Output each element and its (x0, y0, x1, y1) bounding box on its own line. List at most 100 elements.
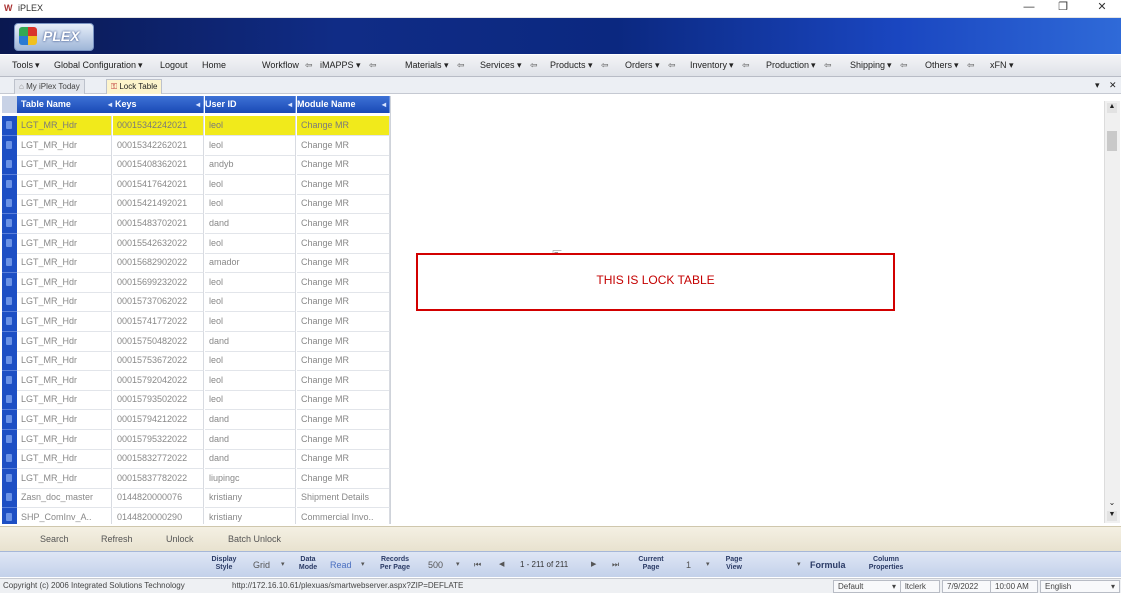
table-row[interactable]: LGT_MR_Hdr 00015421492021 leol Change MR (2, 194, 390, 215)
menu-item-services[interactable]: Services (480, 60, 515, 70)
row-selector-icon[interactable] (2, 135, 17, 156)
table-row[interactable]: LGT_MR_Hdr 00015753672022 leol Change MR (2, 351, 390, 372)
menu-item-products[interactable]: Products (550, 60, 586, 70)
tab-lock-table[interactable]: ⚿ Lock Table (106, 79, 163, 94)
display-style-select[interactable]: Grid (253, 560, 270, 570)
table-row[interactable]: LGT_MR_Hdr 00015741772022 leol Change MR (2, 312, 390, 332)
table-row[interactable]: LGT_MR_Hdr 00015792042022 leol Change MR (2, 370, 390, 391)
menu-item-home[interactable]: Home (202, 60, 226, 70)
menu-item-global-configuration[interactable]: Global Configuration (54, 60, 136, 70)
row-selector-icon[interactable] (2, 194, 17, 215)
table-row[interactable]: LGT_MR_Hdr 00015342242021 leol Change MR (2, 116, 390, 136)
language-select[interactable]: English ▾ (1040, 580, 1120, 593)
menu-item-shipping[interactable]: Shipping (850, 60, 885, 70)
menu-item-xfn[interactable]: xFN (990, 60, 1007, 70)
last-page-button[interactable]: ⏭ (612, 560, 619, 570)
first-page-button[interactable]: ⏮ (474, 560, 481, 570)
menu-item-imapps[interactable]: iMAPPS (320, 60, 354, 70)
next-page-button[interactable]: ▶ (591, 560, 596, 568)
table-row[interactable]: LGT_MR_Hdr 00015832772022 dand Change MR (2, 449, 390, 470)
row-selector-icon[interactable] (2, 312, 17, 332)
menu-item-materials[interactable]: Materials (405, 60, 442, 70)
batch-unlock-button[interactable]: Batch Unlock (228, 534, 281, 544)
chevron-down-icon[interactable]: ▾ (281, 560, 285, 568)
table-row[interactable]: LGT_MR_Hdr 00015837782022 liupingc Change M… (2, 468, 390, 489)
table-row[interactable]: LGT_MR_Hdr 00015699232022 leol Change MR (2, 272, 390, 293)
search-button[interactable]: Search (40, 534, 69, 544)
menu-item-orders[interactable]: Orders (625, 60, 653, 70)
row-selector-icon[interactable] (2, 253, 17, 274)
scroll-top-icon[interactable]: ▲ (1107, 103, 1117, 113)
row-selector-icon[interactable] (2, 488, 17, 509)
menu-item-workflow[interactable]: Workflow (262, 60, 299, 70)
tab-my-iplex-today[interactable]: ⌂ My iPlex Today (14, 79, 85, 94)
chevron-down-icon[interactable]: ▾ (456, 560, 460, 568)
row-selector-icon[interactable] (2, 508, 17, 524)
column-header-module-name[interactable]: Module Name ◂ (297, 96, 390, 113)
records-per-page-select[interactable]: 500 (428, 560, 443, 570)
grid-corner-icon[interactable] (2, 96, 18, 113)
iplex-logo: PLEX (14, 23, 94, 51)
chevron-down-icon[interactable]: ▾ (797, 560, 801, 568)
scroll-down-icon[interactable]: ⌄ (1107, 498, 1117, 508)
row-selector-icon[interactable] (2, 351, 17, 372)
row-selector-icon[interactable] (2, 214, 17, 234)
table-row[interactable]: LGT_MR_Hdr 00015682902022 amador Change MR (2, 253, 390, 274)
table-row[interactable]: LGT_MR_Hdr 00015483702021 dand Change MR (2, 214, 390, 234)
refresh-button[interactable]: Refresh (101, 534, 133, 544)
data-mode-select[interactable]: Read (330, 560, 352, 570)
cell-keys: 00015750482022 (113, 331, 204, 352)
table-row[interactable]: LGT_MR_Hdr 00015342262021 leol Change MR (2, 135, 390, 156)
row-selector-icon[interactable] (2, 174, 17, 195)
cell-keys: 00015408362021 (113, 155, 204, 176)
unlock-button[interactable]: Unlock (166, 534, 194, 544)
menu-item-others[interactable]: Others (925, 60, 952, 70)
arrow-left-icon: ⇦ (668, 60, 676, 70)
row-selector-icon[interactable] (2, 155, 17, 176)
row-selector-icon[interactable] (2, 331, 17, 352)
menu-item-production[interactable]: Production (766, 60, 809, 70)
cell-table-name: LGT_MR_Hdr (17, 429, 112, 450)
tab-close-icon[interactable]: ✕ (1109, 80, 1117, 91)
close-button[interactable]: ✕ (1085, 0, 1119, 17)
column-header-keys[interactable]: Keys ◂ (115, 96, 204, 113)
table-row[interactable]: LGT_MR_Hdr 00015750482022 dand Change MR (2, 331, 390, 352)
row-selector-icon[interactable] (2, 410, 17, 430)
minimize-button[interactable]: — (1012, 0, 1046, 17)
column-header-table-name[interactable]: Table Name ◂ (17, 96, 116, 113)
vertical-scrollbar[interactable]: ▲ ⌄ ▼ (1104, 101, 1120, 523)
row-selector-icon[interactable] (2, 429, 17, 450)
row-selector-icon[interactable] (2, 390, 17, 411)
row-selector-icon[interactable] (2, 468, 17, 489)
tab-pin-dropdown-icon[interactable]: ▾ (1095, 80, 1100, 91)
table-row[interactable]: LGT_MR_Hdr 00015795322022 dand Change MR (2, 429, 390, 450)
menu-item-tools[interactable]: Tools (12, 60, 33, 70)
restore-button[interactable]: ❐ (1046, 0, 1080, 17)
menu-item-inventory[interactable]: Inventory (690, 60, 727, 70)
row-selector-icon[interactable] (2, 233, 17, 254)
row-selector-icon[interactable] (2, 116, 17, 136)
table-row[interactable]: LGT_MR_Hdr 00015794212022 dand Change MR (2, 410, 390, 430)
column-header-user-id[interactable]: User ID ◂ (205, 96, 296, 113)
scroll-thumb[interactable] (1107, 131, 1117, 151)
table-row[interactable]: SHP_ComInv_A.. 0144820000290 kristiany Comm… (2, 508, 390, 524)
menu-item-logout[interactable]: Logout (160, 60, 188, 70)
table-row[interactable]: LGT_MR_Hdr 00015737062022 leol Change MR (2, 292, 390, 313)
table-row[interactable]: LGT_MR_Hdr 00015542632022 leol Change MR (2, 233, 390, 254)
row-selector-icon[interactable] (2, 292, 17, 313)
scroll-bottom-icon[interactable]: ▼ (1107, 511, 1117, 521)
theme-select[interactable]: Default ▾ (833, 580, 901, 593)
table-row[interactable]: Zasn_doc_master 0144820000076 kristiany Shi… (2, 488, 390, 509)
row-selector-icon[interactable] (2, 449, 17, 470)
chevron-down-icon[interactable]: ▾ (706, 560, 710, 568)
row-selector-icon[interactable] (2, 272, 17, 293)
table-row[interactable]: LGT_MR_Hdr 00015793502022 leol Change MR (2, 390, 390, 411)
column-properties-button[interactable]: Column Properties (860, 556, 912, 572)
current-page-select[interactable]: 1 (686, 560, 691, 570)
prev-page-button[interactable]: ◀ (499, 560, 504, 568)
table-row[interactable]: LGT_MR_Hdr 00015408362021 andyb Change MR (2, 155, 390, 176)
chevron-down-icon[interactable]: ▾ (361, 560, 365, 568)
formula-button[interactable]: Formula (810, 560, 846, 570)
table-row[interactable]: LGT_MR_Hdr 00015417642021 leol Change MR (2, 174, 390, 195)
row-selector-icon[interactable] (2, 370, 17, 391)
